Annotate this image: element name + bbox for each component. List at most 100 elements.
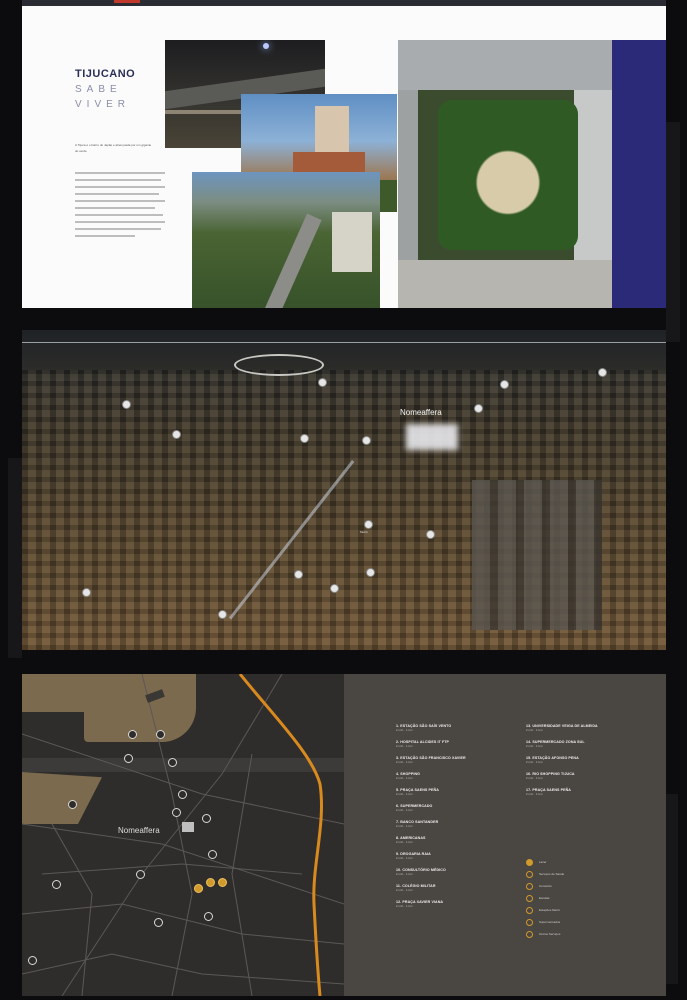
map-pin-icon[interactable]	[68, 800, 77, 809]
category-key: Lazer Serviços de Saúde Comércio Escolas…	[526, 856, 636, 940]
legend-item-detail: 2 min · 1 km	[526, 744, 543, 748]
street-network	[22, 674, 344, 996]
services-icon	[526, 930, 533, 938]
legend-item[interactable]: 5. PRAÇA SAENS PEÑA 2 min · 1 km	[396, 788, 518, 799]
legend-column-left: 1. ESTAÇÃO SÃO SAÍS VENTO 2 min · 1 km 2.…	[396, 724, 518, 916]
legend-item[interactable]: 16. RIO SHOPPING TIJUCA 2 min · 1 km	[526, 772, 648, 783]
neighborhood-map[interactable]: Nomeaffera	[22, 674, 344, 996]
legend-item-detail: 2 min · 1 km	[396, 744, 413, 748]
location-pin-icon[interactable]	[172, 430, 181, 439]
location-pin-icon[interactable]	[362, 436, 371, 445]
photo-detail	[438, 100, 578, 250]
key-item[interactable]: Escolas	[526, 892, 636, 904]
key-item[interactable]: Supermercados	[526, 916, 636, 928]
brochure-page: TIJUCANO SABE VIVER A Tijuca é o bairro …	[22, 0, 666, 308]
map-pin-icon[interactable]	[156, 730, 165, 739]
map-pin-icon[interactable]	[28, 956, 37, 965]
key-label: Supermercados	[539, 920, 561, 924]
map-pin-icon[interactable]	[52, 880, 61, 889]
key-label: Lazer	[539, 860, 547, 864]
legend-item-detail: 2 min · 1 km	[526, 728, 543, 732]
leisure-icon	[526, 858, 533, 866]
legend-item[interactable]: 14. SUPERMERCADO ZONA SUL 2 min · 1 km	[526, 740, 648, 751]
legend-item-detail: 2 min · 1 km	[396, 888, 413, 892]
photo-detail	[574, 90, 612, 260]
photo-detail	[262, 213, 322, 308]
side-strip	[666, 122, 680, 342]
legend-item[interactable]: 13. UNIVERSIDADE VEIGA DE ALMEIDA 2 min ·…	[526, 724, 648, 735]
location-pin-icon[interactable]	[218, 610, 227, 619]
location-pin-icon[interactable]	[426, 530, 435, 539]
map-pin-icon[interactable]	[202, 814, 211, 823]
map-pin-icon[interactable]	[168, 758, 177, 767]
map-pin-icon[interactable]	[204, 912, 213, 921]
photo-detail	[398, 40, 612, 90]
legend-item[interactable]: 1. ESTAÇÃO SÃO SAÍS VENTO 2 min · 1 km	[396, 724, 518, 735]
location-pin-icon[interactable]	[500, 380, 509, 389]
location-pin-icon[interactable]	[474, 404, 483, 413]
legend-item[interactable]: 9. DROGARIA RAIA 2 min · 1 km	[396, 852, 518, 863]
map-pin-icon[interactable]	[128, 730, 137, 739]
location-pin-icon[interactable]	[294, 570, 303, 579]
shopping-icon	[526, 882, 533, 890]
side-strip	[666, 794, 678, 984]
photo-detail	[398, 90, 418, 260]
legend-item-detail: 2 min · 1 km	[396, 824, 413, 828]
tower-cluster	[472, 480, 602, 630]
legend-item[interactable]: 12. PRAÇA XAVIER VIANA 2 min · 1 km	[396, 900, 518, 911]
legend-item[interactable]: 4. SHOPPING 2 min · 1 km	[396, 772, 518, 783]
map-pin-icon[interactable]	[208, 850, 217, 859]
location-pin-icon[interactable]	[318, 378, 327, 387]
location-pin-icon[interactable]	[300, 434, 309, 443]
map-pin-icon[interactable]	[218, 878, 227, 887]
legend-item[interactable]: 10. CONSULTÓRIO MÉDICO 2 min · 1 km	[396, 868, 518, 879]
building-marker[interactable]	[182, 822, 194, 832]
legend-item[interactable]: 11. COLÉGIO MILITAR 2 min · 1 km	[396, 884, 518, 895]
map-pin-icon[interactable]	[154, 918, 163, 927]
map-pin-icon[interactable]	[194, 884, 203, 893]
legend-item[interactable]: 6. SUPERMERCADO 2 min · 1 km	[396, 804, 518, 815]
metro-icon	[526, 906, 533, 914]
aerial-night-page: Nomeaffera Metrô	[22, 330, 666, 650]
legend-item-detail: 2 min · 1 km	[396, 872, 413, 876]
key-item[interactable]: Estações Metrô	[526, 904, 636, 916]
legend-item-detail: 2 min · 1 km	[396, 728, 413, 732]
key-label: Outros Serviços	[539, 932, 561, 936]
legend-item-detail: 2 min · 1 km	[396, 808, 413, 812]
location-pin-icon[interactable]	[82, 588, 91, 597]
legend-item[interactable]: 8. AMERICANAS 2 min · 1 km	[396, 836, 518, 847]
key-item[interactable]: Comércio	[526, 880, 636, 892]
location-pin-icon[interactable]	[598, 368, 607, 377]
side-strip	[8, 458, 22, 658]
map-pin-icon[interactable]	[206, 878, 215, 887]
location-pin-icon[interactable]	[122, 400, 131, 409]
key-item[interactable]: Outros Serviços	[526, 928, 636, 940]
legend-item[interactable]: 15. ESTAÇÃO AFONSO PENA 2 min · 1 km	[526, 756, 648, 767]
legend-item[interactable]: 17. PRAÇA SAENS PEÑA 2 min · 1 km	[526, 788, 648, 799]
legend-item-detail: 2 min · 1 km	[526, 792, 543, 796]
lead-paragraph: A Tijuca é o bairro do Japão e abençoada…	[75, 143, 152, 153]
area-label: Nomeaffera	[118, 826, 160, 835]
legend-item[interactable]: 3. ESTAÇÃO SÃO FRANCISCO XAVIER 2 min · 1…	[396, 756, 518, 767]
legend-item-detail: 2 min · 1 km	[396, 840, 413, 844]
map-pin-icon[interactable]	[124, 754, 133, 763]
legend-item-detail: 2 min · 1 km	[396, 776, 413, 780]
map-pin-icon[interactable]	[178, 790, 187, 799]
key-item[interactable]: Lazer	[526, 856, 636, 868]
legend-item[interactable]: 7. BANCO SANTANDER 2 min · 1 km	[396, 820, 518, 831]
map-pin-icon[interactable]	[136, 870, 145, 879]
legend-item-detail: 2 min · 1 km	[526, 760, 543, 764]
location-pin-icon[interactable]	[366, 568, 375, 577]
highlighted-building	[406, 424, 458, 450]
photo-detail	[332, 212, 372, 272]
brand-title: TIJUCANO	[75, 68, 136, 80]
key-label: Escolas	[539, 896, 550, 900]
legend-item[interactable]: 2. HOSPITAL ALCIDES IT FTP 2 min · 1 km	[396, 740, 518, 751]
key-item[interactable]: Serviços de Saúde	[526, 868, 636, 880]
legend-item-detail: 2 min · 1 km	[396, 792, 413, 796]
brand-subtitle-1: SABE	[75, 84, 122, 95]
location-pin-icon[interactable]	[330, 584, 339, 593]
map-pin-icon[interactable]	[172, 808, 181, 817]
horizon-line	[22, 342, 666, 343]
location-pin-icon[interactable]	[364, 520, 373, 529]
